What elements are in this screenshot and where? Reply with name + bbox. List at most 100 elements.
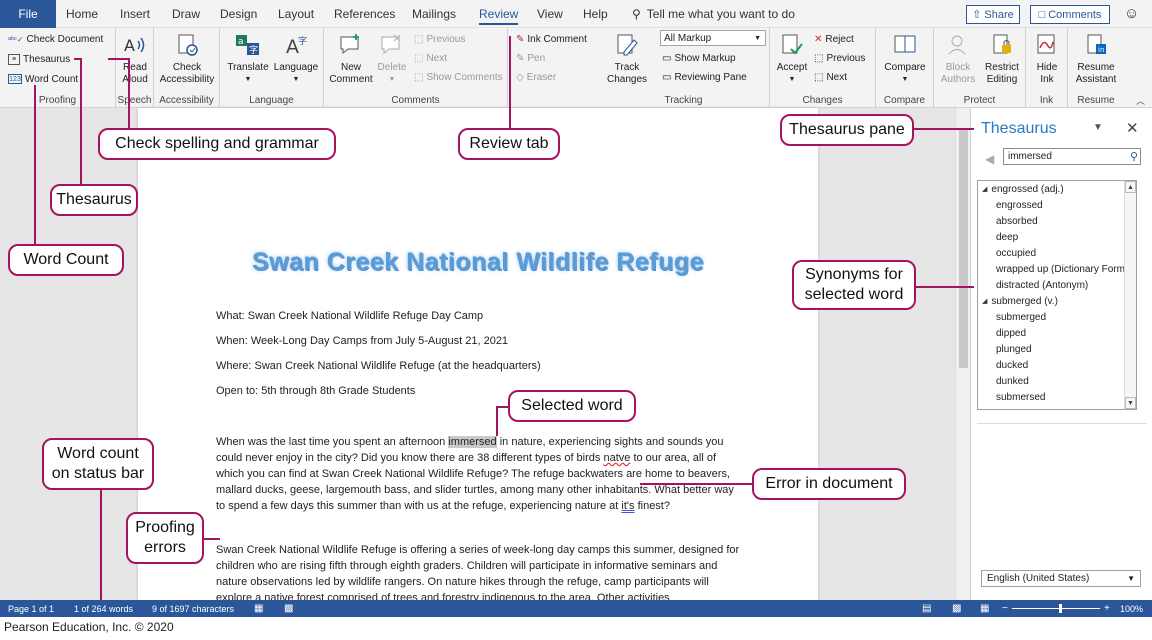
synonym-group-heading[interactable]: submerged (v.) (978, 293, 1136, 309)
show-markup-icon: ▭ (662, 52, 672, 64)
language-select[interactable]: English (United States) ▼ (981, 570, 1141, 587)
synonym-item[interactable]: distracted (Antonym) (978, 277, 1136, 293)
word-count-button[interactable]: 123 Word Count (8, 70, 78, 88)
back-arrow-icon[interactable]: ◀ (985, 152, 994, 166)
collapse-ribbon-icon[interactable]: ︿ (1136, 94, 1145, 107)
block-authors-button[interactable]: Block Authors (936, 30, 980, 86)
zoom-level[interactable]: 100% (1120, 600, 1143, 617)
synonym-item[interactable]: submersed (978, 389, 1136, 405)
read-mode-icon[interactable]: ▤ (922, 600, 931, 617)
restrict-editing-button[interactable]: Restrict Editing (980, 30, 1024, 86)
share-button[interactable]: ⇧ Share (966, 5, 1020, 24)
tab-insert[interactable]: Insert (120, 0, 150, 28)
status-word-count[interactable]: 1 of 264 words (74, 600, 133, 617)
accept-button[interactable]: Accept ▼ (772, 30, 812, 86)
tab-file[interactable]: File (0, 0, 56, 28)
synonym-item[interactable]: occupied (978, 245, 1136, 261)
synonym-item[interactable]: dipped (978, 325, 1136, 341)
print-layout-icon[interactable]: ▩ (952, 600, 961, 617)
track-changes-button[interactable]: Track Changes (602, 30, 652, 86)
ink-group-label: Ink (1039, 95, 1054, 106)
spelling-icon: ᵃᵇᶜ✓ (8, 34, 24, 44)
synonym-item[interactable]: plunged (978, 341, 1136, 357)
synonym-item[interactable]: ducked (978, 357, 1136, 373)
synonym-group-heading[interactable]: engrossed (adj.) (978, 181, 1136, 197)
tab-review[interactable]: Review (479, 0, 519, 28)
check-accessibility-label-2: Accessibility (159, 74, 215, 85)
check-accessibility-button[interactable]: Check Accessibility (158, 30, 216, 86)
tab-draw[interactable]: Draw (172, 0, 200, 28)
tab-design[interactable]: Design (220, 0, 257, 28)
character-count[interactable]: 9 of 1697 characters (152, 600, 234, 617)
previous-change-button[interactable]: ⬚ Previous (814, 49, 865, 67)
web-layout-icon[interactable]: ▦ (980, 600, 989, 617)
synonym-item[interactable]: dunked (978, 373, 1136, 389)
ribbon-tab-bar: File Home Insert Draw Design Layout Refe… (0, 0, 1152, 28)
callout-synonyms: Synonyms for selected word (792, 260, 916, 310)
accept-icon (777, 30, 807, 60)
macro-recording-icon[interactable]: ▩ (284, 600, 293, 617)
synonym-list-scrollbar[interactable]: ▲ ▼ (1124, 181, 1136, 409)
synonym-item[interactable]: absorbed (978, 213, 1136, 229)
zoom-slider[interactable] (1012, 604, 1100, 613)
tab-help[interactable]: Help (583, 0, 608, 28)
selected-word[interactable]: immersed (448, 436, 497, 448)
check-document-button[interactable]: ᵃᵇᶜ✓ Check Document (8, 30, 103, 48)
next-comment-button[interactable]: ⬚ Next (414, 49, 447, 67)
new-comment-button[interactable]: New Comment (328, 30, 374, 86)
next-change-button[interactable]: ⬚ Next (814, 68, 847, 86)
pen-button[interactable]: ✎ Pen (516, 49, 545, 67)
resume-assistant-button[interactable]: in Resume Assistant (1070, 30, 1122, 86)
document-page[interactable]: Swan Creek National Wildlife Refuge What… (138, 108, 818, 604)
show-markup-button[interactable]: ▭ Show Markup (662, 49, 736, 67)
tab-mailings[interactable]: Mailings (412, 0, 456, 28)
changes-group: Accept ▼ ✕ Reject ⬚ Previous ⬚ Next Chan… (770, 28, 876, 108)
translate-button[interactable]: a字 Translate ▼ (226, 30, 270, 86)
reviewing-pane-button[interactable]: ▭ Reviewing Pane (662, 68, 747, 86)
close-icon[interactable]: ✕ (1126, 119, 1139, 137)
protect-group: Block Authors Restrict Editing Protect (934, 28, 1026, 108)
compare-button[interactable]: Compare ▼ (880, 30, 930, 86)
pane-options-icon[interactable]: ▼ (1093, 122, 1103, 133)
thesaurus-search-input[interactable]: immersed ⚲ (1003, 148, 1141, 165)
synonym-item[interactable]: submerged (978, 309, 1136, 325)
delete-comment-button[interactable]: Delete ▼ (374, 30, 410, 86)
language-button[interactable]: A字 Language ▼ (272, 30, 320, 86)
zoom-in-icon[interactable]: + (1104, 600, 1110, 617)
scroll-up-icon[interactable]: ▲ (1125, 181, 1136, 193)
zoom-slider-thumb[interactable] (1059, 604, 1063, 613)
page-count[interactable]: Page 1 of 1 (8, 600, 54, 617)
check-document-label: Check Document (26, 33, 104, 45)
grammar-error[interactable]: it's (621, 500, 634, 512)
tab-layout[interactable]: Layout (278, 0, 314, 28)
thesaurus-button[interactable]: ≡ Thesaurus (8, 50, 70, 68)
feedback-smiley-icon[interactable]: ☺ (1124, 5, 1139, 22)
tab-home[interactable]: Home (66, 0, 98, 28)
reject-button[interactable]: ✕ Reject (814, 30, 854, 48)
document-scrollbar[interactable] (955, 108, 970, 600)
previous-change-label: Previous (826, 52, 866, 64)
ink-comment-button[interactable]: ✎ Ink Comment (516, 30, 587, 48)
eraser-button[interactable]: ◇ Eraser (516, 68, 556, 86)
tab-references[interactable]: References (334, 0, 395, 28)
pen-icon: ✎ (516, 52, 525, 64)
scroll-down-icon[interactable]: ▼ (1125, 397, 1136, 409)
synonym-item[interactable]: engrossed (978, 197, 1136, 213)
show-comments-button[interactable]: ⬚ Show Comments (414, 68, 503, 86)
scrollbar-thumb[interactable] (959, 128, 968, 368)
search-icon[interactable]: ⚲ (1130, 150, 1138, 163)
proofing-status-icon[interactable]: ▦ (254, 600, 263, 617)
word-count-icon: 123 (8, 74, 22, 84)
comments-button[interactable]: □ Comments (1030, 5, 1110, 24)
synonym-item[interactable]: deep (978, 229, 1136, 245)
track-changes-icon (612, 30, 642, 60)
tell-me-text: Tell me what you want to do (646, 7, 795, 21)
tell-me-search[interactable]: ⚲ Tell me what you want to do (632, 0, 795, 28)
previous-comment-button[interactable]: ⬚ Previous (414, 30, 465, 48)
hide-ink-button[interactable]: Hide Ink (1028, 30, 1066, 86)
synonym-item[interactable]: wrapped up (Dictionary Form) (978, 261, 1136, 277)
tab-view[interactable]: View (537, 0, 563, 28)
zoom-out-icon[interactable]: − (1002, 600, 1008, 617)
markup-select[interactable]: All Markup ▼ (660, 30, 766, 46)
spelling-error[interactable]: natve (603, 452, 630, 464)
